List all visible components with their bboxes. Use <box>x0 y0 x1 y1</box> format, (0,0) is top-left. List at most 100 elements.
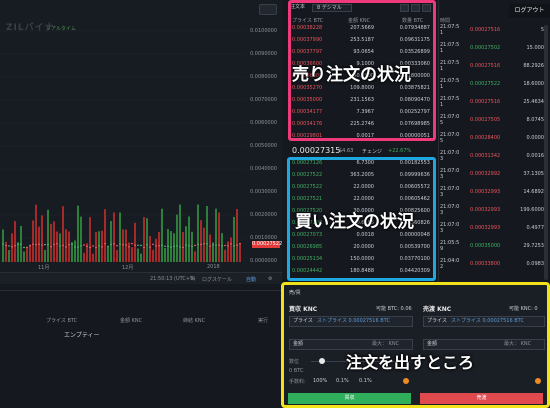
trade-price: 0.00027505 <box>470 117 501 123</box>
trade-row: 21:07:0 3 0.00032993 199.6000 <box>440 204 544 218</box>
volume-bar <box>2 229 4 262</box>
candle <box>167 245 169 247</box>
candle <box>224 244 226 247</box>
candle <box>23 246 25 249</box>
price-tick: 0.0060000 <box>250 120 278 126</box>
change-value: +22.67% <box>388 148 412 154</box>
trade-time: 21:07:5 1 <box>440 78 460 90</box>
trade-row: 21:07:5 1 0.00027522 18.6000 <box>440 78 544 92</box>
trade-time: 21:07:0 3 <box>440 186 460 198</box>
volume-bar <box>161 208 163 262</box>
candle <box>227 245 229 247</box>
trade-time: 21:07:5 1 <box>440 42 460 54</box>
trade-time: 21:07:0 3 <box>440 168 460 180</box>
auto-scale-toggle[interactable]: 自動 <box>246 276 256 283</box>
trade-price: 0.00027516 <box>470 27 501 33</box>
candle <box>125 244 127 246</box>
volume-bar <box>71 242 73 262</box>
last-price: 0.00027315 <box>292 146 341 155</box>
volume-bar <box>77 205 79 262</box>
volume-bar <box>140 253 142 262</box>
volume-bar <box>41 215 43 262</box>
candle <box>212 244 214 246</box>
candle <box>164 245 166 247</box>
candle <box>83 244 85 246</box>
candle <box>14 244 16 247</box>
candle <box>173 245 175 248</box>
volume-bar <box>188 216 190 262</box>
last-price-usd: $4.63 <box>339 148 354 154</box>
trade-row: 21:07:5 1 0.00027516 5 <box>440 24 544 38</box>
col-amount: 金額 KNC <box>120 318 143 324</box>
empty-orders-text: エンプティー <box>64 332 100 339</box>
volume-bar <box>230 237 232 262</box>
trade-qty: 199.6000 <box>520 207 544 213</box>
candle <box>47 243 49 246</box>
footer-time: 21:50:13 (UTC+9) <box>150 276 196 282</box>
candle <box>26 246 28 249</box>
volume-bar <box>227 241 229 262</box>
volume-bar <box>5 241 7 262</box>
open-orders-panel: プライス BTC 金額 KNC 締結 KNC 実行 <box>0 290 282 408</box>
candle <box>17 243 19 245</box>
trade-scrollbar[interactable] <box>544 25 548 280</box>
candle <box>146 244 148 246</box>
trade-qty: 0.4977 <box>526 225 545 231</box>
trade-price: 0.00033800 <box>470 261 501 267</box>
candle <box>11 246 13 248</box>
trade-qty: 29.7253 <box>523 243 544 249</box>
candle <box>50 246 52 248</box>
volume-bar <box>53 221 55 262</box>
price-tick: 0.0020000 <box>250 212 278 218</box>
price-tick: 0.0050000 <box>250 143 278 149</box>
volume-bar <box>23 251 25 262</box>
volume-bar <box>122 229 124 262</box>
logout-button[interactable]: ログアウト <box>509 4 550 18</box>
volume-bar <box>215 208 217 262</box>
candle <box>104 243 106 245</box>
volume-bar <box>218 212 220 262</box>
candle <box>86 245 88 247</box>
volume-bar <box>59 233 61 262</box>
candle <box>5 245 7 247</box>
gear-icon[interactable]: ⚙ <box>268 276 272 282</box>
candle <box>185 244 187 246</box>
col-real: 実行 <box>258 318 269 324</box>
trade-time: 21:04:0 2 <box>440 258 460 270</box>
candle <box>20 243 22 245</box>
col-price: プライス BTC <box>46 318 78 324</box>
log-scale-toggle[interactable]: ログスケール <box>202 276 232 283</box>
candle <box>191 245 193 248</box>
candle <box>137 244 139 246</box>
bid-overlay-label: 買い注文の状況 <box>295 212 414 232</box>
trade-qty: 0.0000 <box>526 135 545 141</box>
trade-row: 21:07:0 3 0.00032993 0.4977 <box>440 222 544 236</box>
price-chart[interactable]: ZILバイナ リアルタイム 0.0100000 0.0090000 0.008000… <box>0 0 282 284</box>
volume-bar <box>89 217 91 262</box>
volume-bar <box>32 220 34 262</box>
candle <box>176 245 178 247</box>
candle <box>71 243 73 245</box>
candle <box>203 243 205 245</box>
candle <box>119 243 121 245</box>
candlestick-plot[interactable] <box>0 0 246 270</box>
volume-bar <box>26 247 28 262</box>
trade-time: 21:07:5 1 <box>440 60 460 72</box>
volume-bar <box>62 206 64 262</box>
candle <box>236 244 238 246</box>
candle <box>41 244 43 246</box>
trade-time: 21:07:5 1 <box>440 96 460 108</box>
candle <box>56 243 58 245</box>
candle <box>44 243 46 246</box>
order-form-overlay-label: 注文を出すところ <box>346 353 475 372</box>
trade-price: 0.00027502 <box>470 45 501 51</box>
trade-qty: 8.0745 <box>526 117 545 123</box>
volume-bar <box>221 233 223 262</box>
percent-toggle[interactable]: % <box>190 276 195 282</box>
candle <box>149 246 151 248</box>
volume-bar <box>158 232 160 262</box>
trade-row: 21:04:0 2 0.00033800 0.0983 <box>440 258 544 272</box>
trade-time: 21:07:0 5 <box>440 132 460 144</box>
price-tick: 0.0030000 <box>250 189 278 195</box>
candle <box>107 245 109 247</box>
